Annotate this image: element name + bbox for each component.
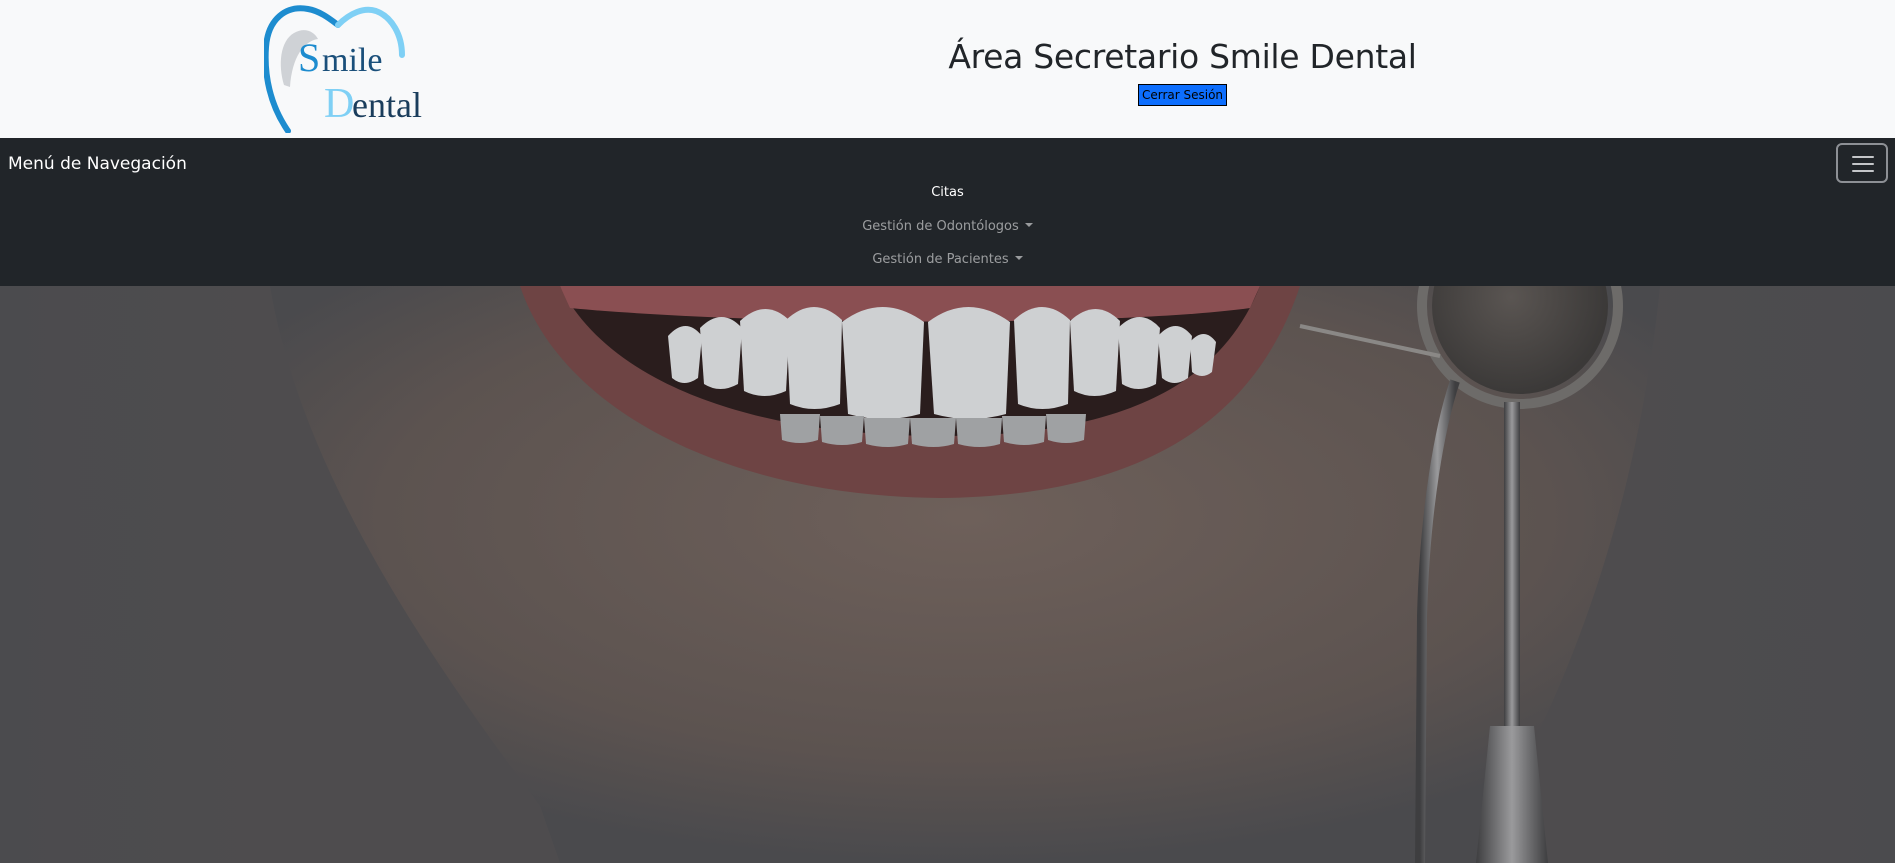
nav-dropdown-label: Gestión de Odontólogos <box>862 218 1019 234</box>
smile-dental-logo: S mile D ental <box>264 5 444 133</box>
caret-down-icon <box>1024 222 1033 227</box>
nav-item-gestion-pacientes: Gestión de Pacientes <box>0 249 1895 283</box>
logout-button[interactable]: Cerrar Sesión <box>1137 84 1228 106</box>
nav-item-citas: Citas <box>0 182 1895 216</box>
nav-item-gestion-odontologos: Gestión de Odontólogos <box>0 216 1895 250</box>
logo-initial-s: S <box>298 35 320 80</box>
nav-dropdown-label: Gestión de Pacientes <box>872 252 1009 267</box>
logo-word-ental: ental <box>352 85 422 125</box>
logo-initial-d: D <box>324 81 354 127</box>
caret-down-icon <box>1014 256 1023 260</box>
site-header: S mile D ental Área Secretario Smile Den… <box>0 0 1895 138</box>
nav-menu: Citas Gestión de Odontólogos Gestión de … <box>0 182 1895 283</box>
hero-image-smile <box>0 286 1895 863</box>
page-title: Área Secretario Smile Dental <box>948 37 1417 76</box>
nav-link-citas[interactable]: Citas <box>931 183 964 203</box>
nav-dropdown-gestion-odontologos[interactable]: Gestión de Odontólogos <box>862 217 1033 237</box>
navbar-brand[interactable]: Menú de Navegación <box>8 152 187 176</box>
header-center: Área Secretario Smile Dental Cerrar Sesi… <box>900 34 1465 106</box>
navbar-toggler-button[interactable] <box>1836 143 1888 183</box>
nav-dropdown-gestion-pacientes[interactable]: Gestión de Pacientes <box>872 250 1023 270</box>
navigation-bar: Menú de Navegación Citas Gestión de Odon… <box>0 138 1895 286</box>
logo-word-mile: mile <box>322 42 382 79</box>
